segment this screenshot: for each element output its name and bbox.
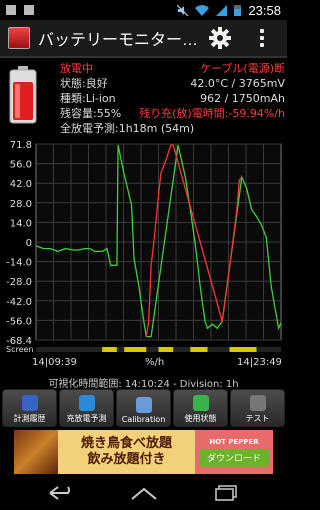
- screen-on-segment: [158, 347, 174, 352]
- x-label-left: 14|09:39: [32, 357, 77, 368]
- y-tick-label: -28.0: [6, 277, 32, 288]
- battery-status-icon: [234, 5, 242, 16]
- y-tick-label: 14.0: [10, 218, 32, 229]
- remaining-time: 残り充(放)電時間:-59.94%/h: [139, 107, 285, 120]
- ad-right: HOT PEPPER ダウンロード: [195, 430, 273, 474]
- back-icon[interactable]: [48, 486, 74, 500]
- capacity: 962 / 1750mAh: [200, 92, 285, 105]
- status-bar: 23:58: [0, 0, 287, 20]
- y-tick-label: 42.0: [10, 179, 32, 190]
- ad-text: 焼き鳥食べ放題 飲み放題付き: [58, 436, 195, 468]
- visible-range: 可視化時間範囲: 14:10:24 - Division: 1h: [48, 379, 239, 390]
- battery-graph[interactable]: 71.8 56.0 42.0 28.0 14.0 0 -14.0 -28.0 -42.0 -56.…: [0, 137, 287, 372]
- calibration-button-label: Calibration: [121, 415, 166, 424]
- battery-icon: [9, 66, 37, 124]
- action-bar: バッテリーモニター…: [0, 20, 287, 58]
- screen-label: Screen: [6, 345, 34, 354]
- overflow-menu-icon[interactable]: [258, 29, 266, 49]
- usage-icon: [192, 395, 209, 411]
- history-button-label: 計測履歴: [13, 414, 46, 423]
- screen-on-segment: [102, 347, 117, 352]
- forecast-button-label: 充放電予測: [66, 414, 107, 423]
- calibration-button[interactable]: Calibration: [116, 389, 171, 427]
- mute-icon: [177, 4, 189, 16]
- ad-download-label: ダウンロード: [206, 454, 261, 464]
- wifi-icon: [195, 4, 210, 16]
- y-tick-label: 28.0: [10, 199, 32, 210]
- screen-on-segment: [124, 347, 147, 352]
- battery-info-panel: 放電中 ケーブル(電源)断 状態:良好 42.0°C / 3765mV 種類:L…: [0, 60, 287, 135]
- test-button[interactable]: テスト: [230, 389, 285, 427]
- ad-food-image: [14, 430, 58, 474]
- clock: 23:58: [248, 2, 281, 18]
- y-tick-label: -14.0: [6, 258, 32, 269]
- discharge-state: 放電中: [60, 62, 93, 75]
- test-button-label: テスト: [245, 414, 270, 423]
- y-tick-label: -42.0: [6, 297, 32, 308]
- navigation-bar: [0, 476, 287, 510]
- full-discharge-estimate: 全放電予測:1h18m (54m): [60, 122, 195, 135]
- recent-apps-icon[interactable]: [214, 485, 238, 501]
- button-row: 計測履歴 充放電予測 Calibration 使用状態 テスト: [0, 389, 287, 427]
- app-title: バッテリーモニター…: [38, 32, 199, 49]
- y-tick-label: -56.0: [6, 316, 32, 327]
- screen-on-segment: [190, 347, 208, 352]
- remaining-label: 残容量:55%: [60, 107, 122, 120]
- x-label-mid: %/h: [145, 357, 165, 368]
- type-label: 種類:Li-ion: [60, 92, 116, 105]
- graph-svg: 71.8 56.0 42.0 28.0 14.0 0 -14.0 -28.0 -42.0 -56.…: [6, 140, 282, 354]
- android-icon: [249, 395, 266, 411]
- y-tick-label: 71.8: [10, 140, 32, 151]
- signal-icon: [216, 4, 228, 16]
- screen-on-segment: [229, 347, 257, 352]
- home-icon[interactable]: [130, 486, 158, 500]
- y-tick-label: 0: [26, 238, 32, 249]
- ad-logo: HOT PEPPER: [209, 437, 259, 446]
- ad-line-1: 焼き鳥食べ放題: [80, 436, 172, 451]
- ad-download-button[interactable]: ダウンロード: [199, 448, 269, 467]
- gear-icon[interactable]: [208, 26, 232, 50]
- image-notification-icon: [24, 5, 34, 15]
- usage-button[interactable]: 使用状態: [173, 389, 228, 427]
- history-button[interactable]: 計測履歴: [2, 389, 57, 427]
- notification-icon: [6, 5, 16, 15]
- forecast-button[interactable]: 充放電予測: [59, 389, 114, 427]
- usage-button-label: 使用状態: [184, 414, 217, 423]
- temp-voltage: 42.0°C / 3765mV: [190, 77, 285, 90]
- ad-banner[interactable]: 焼き鳥食べ放題 飲み放題付き HOT PEPPER ダウンロード: [14, 430, 273, 474]
- health-label: 状態:良好: [60, 77, 108, 90]
- power-source: ケーブル(電源)断: [200, 62, 285, 75]
- calibration-icon: [135, 397, 152, 413]
- ad-line-2: 飲み放題付き: [87, 452, 166, 467]
- forecast-icon: [78, 395, 95, 411]
- y-tick-label: 56.0: [10, 160, 32, 171]
- x-label-right: 14|23:49: [237, 357, 282, 368]
- history-icon: [21, 395, 38, 411]
- app-icon[interactable]: [8, 27, 30, 49]
